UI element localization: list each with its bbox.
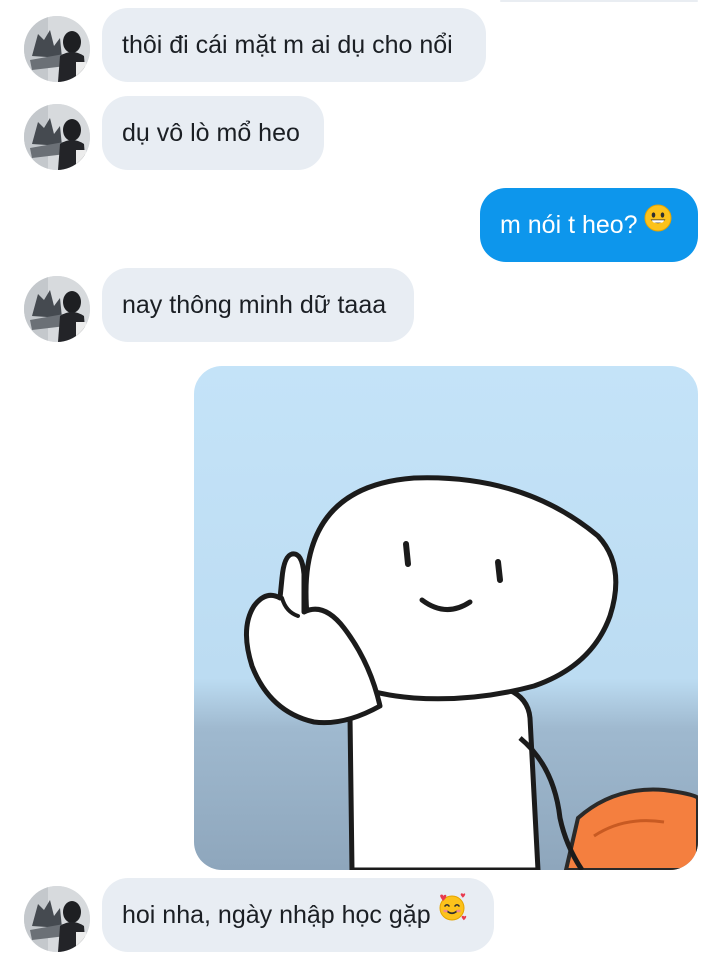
message-bubble-incoming[interactable]: thôi đi cái mặt m ai dụ cho nổi <box>102 8 486 82</box>
message-text: nay thông minh dữ taaa <box>122 291 387 319</box>
contact-avatar[interactable] <box>24 886 90 952</box>
message-bubble-incoming[interactable]: hoi nha, ngày nhập học gặp <box>102 878 494 952</box>
grinning-face-emoji-icon <box>644 187 672 261</box>
message-bubble-incoming[interactable]: nay thông minh dữ taaa <box>102 268 414 342</box>
message-text: dụ vô lò mổ heo <box>122 119 300 147</box>
contact-avatar[interactable] <box>24 16 90 82</box>
message-bubble-incoming[interactable]: dụ vô lò mổ heo <box>102 96 324 170</box>
smiling-face-with-hearts-emoji-icon <box>437 877 467 951</box>
contact-avatar[interactable] <box>24 276 90 342</box>
sticker-image[interactable] <box>194 366 698 870</box>
message-bubble-outgoing[interactable]: m nói t heo? <box>480 188 698 262</box>
contact-avatar[interactable] <box>24 104 90 170</box>
top-divider <box>500 0 698 2</box>
message-text: thôi đi cái mặt m ai dụ cho nổi <box>122 31 453 59</box>
message-text: m nói t heo? <box>500 211 638 239</box>
message-text: hoi nha, ngày nhập học gặp <box>122 901 431 929</box>
